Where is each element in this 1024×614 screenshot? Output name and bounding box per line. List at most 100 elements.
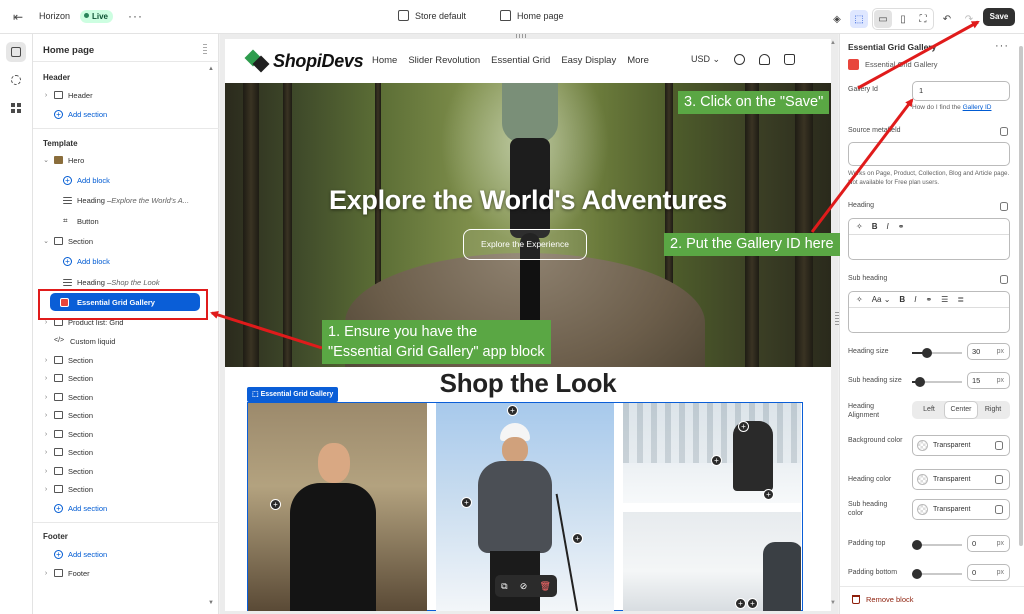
sidebar-item-section[interactable]: › Section [33,481,219,497]
currency-selector[interactable]: USD ⌄ [691,54,720,65]
dynamic-source-icon[interactable] [1000,202,1008,211]
source-metafield-input[interactable] [848,142,1010,166]
heading-color-picker[interactable]: Transparent [912,469,1010,490]
align-left-option[interactable]: Left [913,402,945,418]
subheading-size-input[interactable]: 15 px [967,372,1010,389]
slider-knob[interactable] [915,377,925,387]
sidebar-item-section[interactable]: › Section [33,407,219,423]
panel-scrollbar[interactable] [1019,46,1023,546]
apps-rail-button[interactable] [6,98,26,118]
nav-link[interactable]: Slider Revolution [408,55,480,66]
magic-icon[interactable]: ✧ [856,295,863,304]
gallery-image[interactable]: + [248,403,427,611]
align-center-option[interactable]: Center [945,402,977,418]
sidebar-item-section[interactable]: › Section [33,426,219,442]
settings-rail-button[interactable] [6,70,26,90]
cart-icon[interactable] [784,54,796,65]
add-section-header[interactable]: + Add section [33,106,219,122]
italic-icon[interactable]: I [886,222,888,231]
slider-knob[interactable] [912,569,922,579]
more-actions-icon[interactable]: ··· [995,40,1009,52]
scroll-down-arrow-icon[interactable]: ▼ [208,600,214,606]
nav-link[interactable]: Home [372,55,397,66]
hotspot-plus-icon[interactable]: + [507,405,518,416]
resize-handle-icon[interactable] [516,34,528,38]
sidebar-item-button[interactable]: ⌗ Button [33,213,219,229]
remove-block-button[interactable]: Remove block [852,595,914,604]
duplicate-icon[interactable]: ⧉ [501,581,507,592]
block-tag[interactable]: ⬚ Essential Grid Gallery [247,387,339,402]
bullet-list-icon[interactable]: ☰ [941,295,948,304]
italic-icon[interactable]: I [914,295,916,304]
nav-link[interactable]: Easy Display [561,55,616,66]
redo-icon[interactable]: ↷ [960,10,978,28]
sidebar-item-hero-heading[interactable]: Heading – Explore the World's A... [33,192,219,208]
sidebar-item-section[interactable]: › Section [33,352,219,368]
gallery-image[interactable]: + + [623,512,801,611]
sidebar-item-section-heading[interactable]: Heading – Shop the Look [33,274,219,290]
padding-top-slider[interactable] [912,540,962,550]
hotspot-plus-icon[interactable]: + [572,533,583,544]
subheading-size-slider[interactable] [912,377,962,387]
text-style-icon[interactable]: Aa ⌄ [872,295,891,304]
magic-icon[interactable]: ✧ [856,222,863,231]
sidebar-item-footer[interactable]: › Footer [33,565,219,581]
nav-link[interactable]: More [627,55,649,66]
select-cursor-icon[interactable]: ⬚ [850,10,868,28]
hotspot-plus-icon[interactable]: + [735,598,746,609]
fullscreen-icon[interactable]: ⛶ [914,10,932,28]
numbered-list-icon[interactable]: ≣ [957,295,964,304]
dynamic-source-icon[interactable] [1000,275,1008,284]
link-icon[interactable]: ⚭ [925,295,932,304]
add-section-template[interactable]: + Add section [33,500,219,516]
hero-button[interactable]: Explore the Experience [463,229,587,260]
save-button[interactable]: Save [983,8,1015,26]
exit-icon[interactable]: ⇤ [10,9,26,25]
mobile-icon[interactable]: ▯ [894,10,912,28]
heading-size-input[interactable]: 30 px [967,343,1010,360]
sidebar-item-section[interactable]: › Section [33,463,219,479]
hotspot-plus-icon[interactable]: + [461,497,472,508]
sidebar-item-section[interactable]: ⌄ Section [33,233,219,249]
subheading-color-picker[interactable]: Transparent [912,499,1010,520]
gallery-image[interactable]: + + + [623,403,801,503]
heading-size-slider[interactable] [912,348,962,358]
dynamic-source-icon[interactable] [995,441,1003,450]
hotspot-plus-icon[interactable]: + [738,421,749,432]
hotspot-plus-icon[interactable]: + [711,455,722,466]
align-right-option[interactable]: Right [977,402,1009,418]
sidebar-item-section[interactable]: › Section [33,389,219,405]
sidebar-item-custom-liquid[interactable]: </> Custom liquid [33,333,219,349]
more-actions-icon[interactable]: ··· [128,10,143,22]
preview-scrollbar[interactable]: ▲ ▼ [830,40,836,610]
bg-color-picker[interactable]: Transparent [912,435,1010,456]
scroll-up-arrow-icon[interactable]: ▲ [830,40,836,46]
desktop-icon[interactable]: ▭ [874,10,892,28]
bold-icon[interactable]: B [872,222,878,231]
hotspot-plus-icon[interactable]: + [270,499,281,510]
dynamic-source-icon[interactable] [995,475,1003,484]
inspector-icon[interactable]: ◈ [828,10,846,28]
gallery-id-input[interactable]: 1 [912,81,1010,101]
scroll-down-arrow-icon[interactable]: ▼ [830,600,836,606]
padding-bottom-input[interactable]: 0 px [967,564,1010,581]
nav-link[interactable]: Essential Grid [491,55,550,66]
store-logo[interactable]: ShopiDevs [244,49,364,73]
scroll-up-arrow-icon[interactable]: ▲ [208,66,214,72]
slider-knob[interactable] [912,540,922,550]
slider-knob[interactable] [922,348,932,358]
sidebar-item-hero[interactable]: ⌄ Hero [33,152,219,168]
add-section-footer[interactable]: + Add section [33,546,219,562]
sections-rail-button[interactable] [6,42,26,62]
store-selector[interactable]: Store default [398,10,466,21]
subheading-editor[interactable]: ✧ Aa ⌄ B I ⚭ ☰ ≣ [848,291,1010,333]
add-block-hero[interactable]: + Add block [33,172,219,188]
hotspot-plus-icon[interactable]: + [747,598,758,609]
sidebar-item-header[interactable]: › Header [33,87,219,103]
dynamic-source-icon[interactable] [995,505,1003,514]
bold-icon[interactable]: B [899,295,905,304]
search-icon[interactable] [734,54,746,65]
page-selector[interactable]: Home page [500,10,564,21]
add-block-section[interactable]: + Add block [33,253,219,269]
undo-icon[interactable]: ↶ [938,10,956,28]
